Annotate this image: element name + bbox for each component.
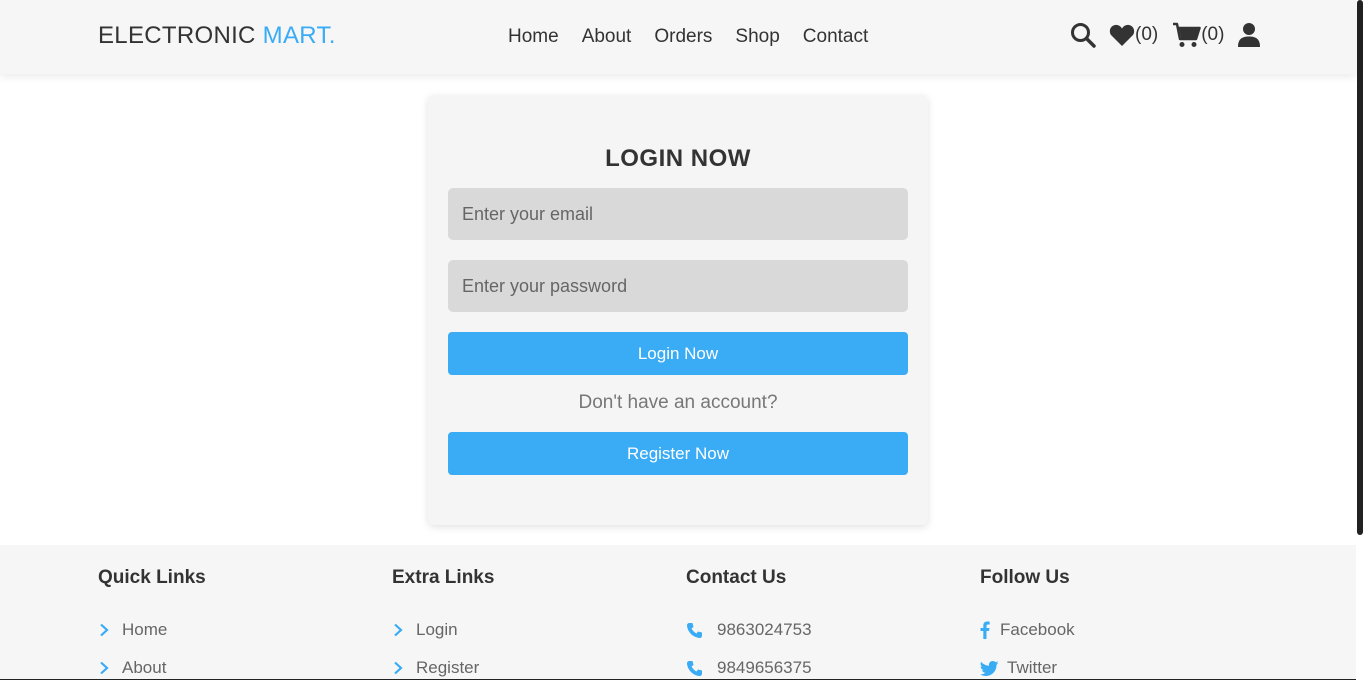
footer-follow: Follow Us Facebook Twitter: [980, 567, 1075, 680]
main-nav: Home About Orders Shop Contact: [508, 26, 891, 48]
phone-icon: [687, 622, 702, 638]
nav-home[interactable]: Home: [508, 26, 559, 48]
wishlist-count: (0): [1135, 24, 1159, 45]
phone-icon: [687, 660, 702, 676]
footer-link-label: About: [122, 658, 167, 677]
footer-link-facebook[interactable]: Facebook: [980, 611, 1075, 649]
facebook-icon: [980, 621, 990, 639]
footer-link-label: Register: [416, 658, 480, 677]
footer-heading: Contact Us: [686, 567, 787, 588]
footer-extra-links: Extra Links Login Register: [392, 567, 494, 680]
account-prompt: Don't have an account?: [578, 392, 778, 413]
login-form: LOGIN NOW Login Now Don't have an accoun…: [428, 95, 928, 525]
footer-link-register[interactable]: Register: [392, 649, 494, 680]
footer-heading: Quick Links: [98, 567, 206, 588]
cart-button[interactable]: (0): [1172, 22, 1224, 48]
footer-contact: Contact Us 9863024753 9849656375: [686, 567, 812, 680]
footer-link-home[interactable]: Home: [98, 611, 206, 649]
cart-icon: [1173, 22, 1201, 47]
heart-icon: [1109, 24, 1135, 46]
footer-link-label: Home: [122, 620, 168, 639]
header: ELECTRONIC MART. Home About Orders Shop …: [0, 0, 1356, 74]
phone-number: 9863024753: [717, 620, 812, 639]
login-button[interactable]: Login Now: [448, 332, 908, 375]
chevron-right-icon: [394, 661, 403, 675]
cart-count: (0): [1201, 24, 1225, 45]
logo-main: ELECTRONIC: [98, 22, 256, 49]
user-icon[interactable]: [1238, 22, 1261, 48]
search-icon[interactable]: [1070, 22, 1096, 48]
nav-orders[interactable]: Orders: [654, 26, 712, 48]
social-label: Twitter: [1007, 658, 1058, 677]
email-input[interactable]: [448, 188, 908, 240]
header-icons: (0) (0): [1070, 22, 1261, 48]
footer-heading: Follow Us: [980, 567, 1070, 588]
logo[interactable]: ELECTRONIC MART.: [98, 22, 336, 50]
footer-quick-links: Quick Links Home About: [98, 567, 206, 680]
footer-phone-1[interactable]: 9863024753: [686, 611, 812, 649]
nav-about[interactable]: About: [582, 26, 632, 48]
wishlist-button[interactable]: (0): [1109, 23, 1158, 47]
logo-accent: MART.: [262, 22, 336, 49]
chevron-right-icon: [100, 623, 109, 637]
social-label: Facebook: [1000, 620, 1075, 639]
login-title: LOGIN NOW: [605, 145, 751, 172]
footer: Quick Links Home About Extra Links Login…: [0, 545, 1356, 680]
chevron-right-icon: [394, 623, 403, 637]
page-scrollbar[interactable]: [1356, 0, 1364, 680]
chevron-right-icon: [100, 661, 109, 675]
password-input[interactable]: [448, 260, 908, 312]
register-button[interactable]: Register Now: [448, 432, 908, 475]
footer-link-label: Login: [416, 620, 458, 639]
nav-contact[interactable]: Contact: [803, 26, 868, 48]
nav-shop[interactable]: Shop: [735, 26, 779, 48]
footer-link-twitter[interactable]: Twitter: [980, 649, 1075, 680]
footer-link-login[interactable]: Login: [392, 611, 494, 649]
twitter-icon: [980, 660, 998, 676]
footer-phone-2[interactable]: 9849656375: [686, 649, 812, 680]
footer-link-about[interactable]: About: [98, 649, 206, 680]
phone-number: 9849656375: [717, 658, 812, 677]
scrollbar-thumb[interactable]: [1357, 0, 1363, 535]
footer-heading: Extra Links: [392, 567, 495, 588]
